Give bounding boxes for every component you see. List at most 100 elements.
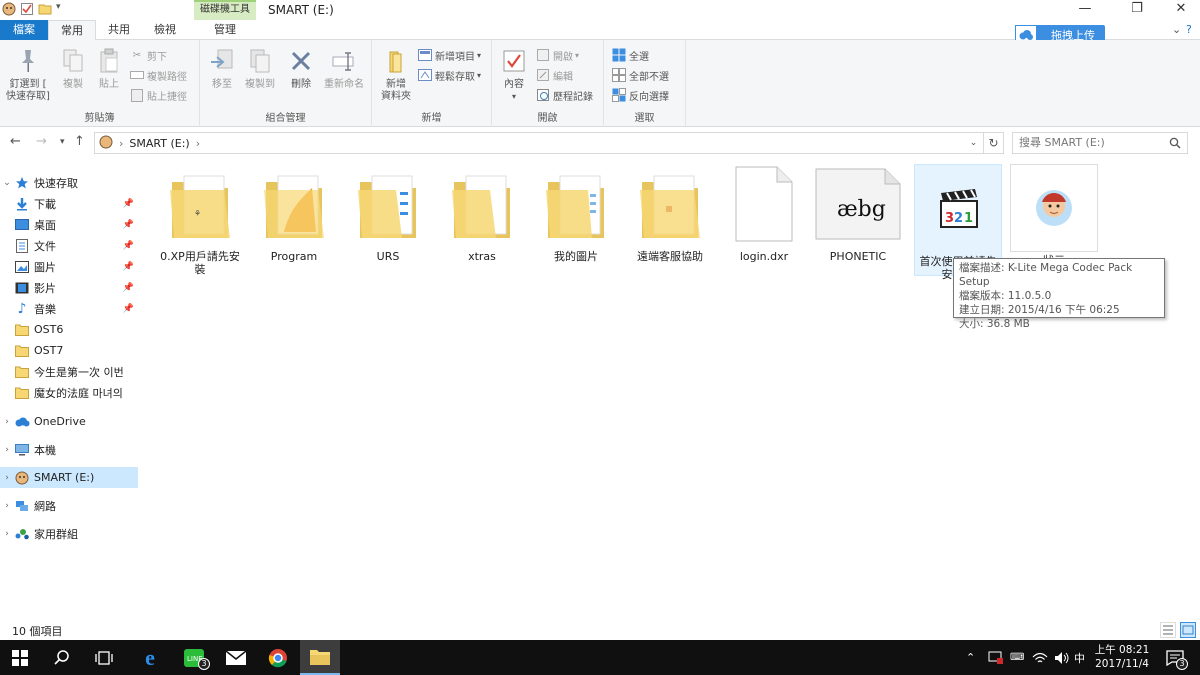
chevron-right-icon[interactable]: › [0,417,14,427]
edge-browser-button[interactable]: e [130,640,170,675]
file-item-document[interactable]: login.dxr [720,160,808,263]
new-folder-icon[interactable] [38,2,52,16]
nav-smart-drive[interactable]: › SMART (E:) [0,467,138,488]
open-group: 內容 ▾ 開啟 ▾ 編輯 歷程記錄 開啟 [492,40,604,127]
file-item-folder[interactable]: xtras [438,160,526,263]
pin-quick-access-button[interactable]: 釘選到 [ 快速存取] [4,46,52,103]
nav-item-pictures[interactable]: 圖片 📌 [0,256,138,277]
tab-view[interactable]: 檢視 [142,20,188,40]
nav-network[interactable]: › 網路 [0,495,138,516]
minimize-button[interactable]: — [1062,0,1108,20]
up-arrow-icon[interactable]: ↑ [74,134,85,149]
start-button[interactable] [0,640,40,675]
edge-icon: e [145,644,155,670]
address-bar[interactable]: › SMART (E:) › [94,132,1004,154]
chevron-down-icon[interactable]: ⌄ [0,178,14,188]
nav-item-music[interactable]: ♪ 音樂 📌 [0,298,138,319]
invert-selection-button[interactable]: 反向選擇 [612,86,669,104]
large-icons-view-button[interactable] [1180,622,1196,638]
file-item-folder[interactable]: 我的圖片 [532,160,620,263]
copy-to-button[interactable]: 複製到 [240,46,280,91]
chevron-down-icon[interactable]: ▾ [56,2,64,16]
navigation-row: ← → ▾ ↑ › SMART (E:) › ⌄ ↻ 搜尋 SMART (E:) [0,128,1200,156]
nav-item-documents[interactable]: 文件 📌 [0,235,138,256]
rename-button[interactable]: 重新命名 [320,46,368,91]
drive-icon[interactable] [2,2,16,16]
nav-onedrive[interactable]: › OneDrive [0,411,138,432]
tray-app-icon[interactable] [988,640,1004,675]
help-icon[interactable]: ? [1186,23,1192,36]
properties-icon[interactable] [20,2,34,16]
select-none-button[interactable]: 全部不選 [612,66,669,84]
open-button[interactable]: 開啟 ▾ [536,46,579,64]
file-item-folder[interactable]: 遠端客服協助 [626,160,714,263]
new-folder-button[interactable]: 新增 資料夾 [376,46,416,103]
tab-home[interactable]: 常用 [48,20,96,41]
select-all-button[interactable]: 全選 [612,46,649,64]
edit-button[interactable]: 編輯 [536,66,573,84]
chevron-right-icon[interactable]: › [0,501,14,511]
chrome-button[interactable] [258,640,298,675]
nav-item-desktop[interactable]: 桌面 📌 [0,214,138,235]
volume-tray-icon[interactable] [1054,640,1070,675]
search-input[interactable]: 搜尋 SMART (E:) [1012,132,1188,154]
show-hidden-icons[interactable]: ⌃ [966,640,975,675]
nav-item-ost7[interactable]: OST7 [0,340,138,361]
forward-arrow-icon[interactable]: → [36,134,47,149]
nav-item-downloads[interactable]: 下載 📌 [0,193,138,214]
file-explorer-button[interactable] [300,640,340,675]
tab-share[interactable]: 共用 [96,20,142,40]
nav-quick-access[interactable]: ⌄ 快速存取 [0,172,138,193]
chevron-right-icon[interactable]: › [0,473,14,483]
nav-item-videos[interactable]: 影片 📌 [0,277,138,298]
chevron-right-icon[interactable]: › [0,529,14,539]
breadcrumb-drive[interactable]: SMART (E:) [129,137,189,150]
properties-button[interactable]: 內容 ▾ [496,46,532,103]
address-dropdown-icon[interactable]: ⌄ [964,132,984,154]
easy-access-button[interactable]: 輕鬆存取 ▾ [418,66,481,84]
delete-button[interactable]: 刪除 [286,46,316,91]
search-button[interactable] [42,640,82,675]
refresh-icon[interactable]: ↻ [984,132,1004,154]
nav-item-folder-first-life[interactable]: 今生是第一次 이번 [0,361,138,382]
wifi-tray-icon[interactable] [1032,640,1048,675]
file-item-folder[interactable]: URS [344,160,432,263]
nav-this-pc[interactable]: › 本機 [0,439,138,460]
nav-homegroup[interactable]: › 家用群組 [0,523,138,544]
pin-icon [13,46,43,76]
file-item-folder[interactable]: ⚘ 0.XP用戶請先安裝 [156,160,244,276]
copy-path-button[interactable]: 複製路徑 [130,66,187,84]
details-view-button[interactable] [1160,622,1176,638]
paste-button[interactable]: 貼上 [92,46,126,91]
file-item-font[interactable]: æbg PHONETIC [814,160,902,263]
keyboard-tray-icon[interactable]: ⌨ [1010,640,1024,675]
folder-icon [344,160,432,248]
nav-item-ost6[interactable]: OST6 [0,319,138,340]
recent-locations-icon[interactable]: ▾ [60,137,65,147]
cut-button[interactable]: ✂ 剪下 [130,46,167,64]
new-item-button[interactable]: 新增項目 ▾ [418,46,481,64]
nav-item-folder-witch-court[interactable]: 魔女的法庭 마녀의 [0,382,138,403]
ime-indicator[interactable]: 中 [1074,640,1085,675]
clock[interactable]: 上午 08:21 2017/11/4 [1092,643,1152,671]
tab-file[interactable]: 檔案 [0,20,48,40]
copy-button[interactable]: 複製 [56,46,90,91]
back-arrow-icon[interactable]: ← [10,134,21,149]
maximize-button[interactable]: ❐ [1114,0,1160,20]
file-item-folder[interactable]: Program [250,160,338,263]
chevron-right-icon[interactable]: › [0,445,14,455]
task-view-button[interactable] [84,640,124,675]
file-item-app[interactable]: 狀元 [1010,164,1098,267]
mail-button[interactable] [216,640,256,675]
close-button[interactable]: ✕ [1158,0,1200,20]
tab-manage[interactable]: 管理 [194,20,256,40]
action-center-button[interactable]: 3 [1166,640,1188,675]
ribbon-collapse-icon[interactable]: ⌄ [1172,23,1181,36]
font-file-icon: æbg [814,160,902,248]
copy-path-label: 複製路徑 [147,71,187,83]
line-app-button[interactable]: LINE 3 [174,640,214,675]
paste-shortcut-button[interactable]: 貼上捷徑 [130,86,187,104]
history-button[interactable]: 歷程記錄 [536,86,593,104]
mail-icon [226,650,246,665]
move-to-button[interactable]: 移至 [204,46,240,91]
